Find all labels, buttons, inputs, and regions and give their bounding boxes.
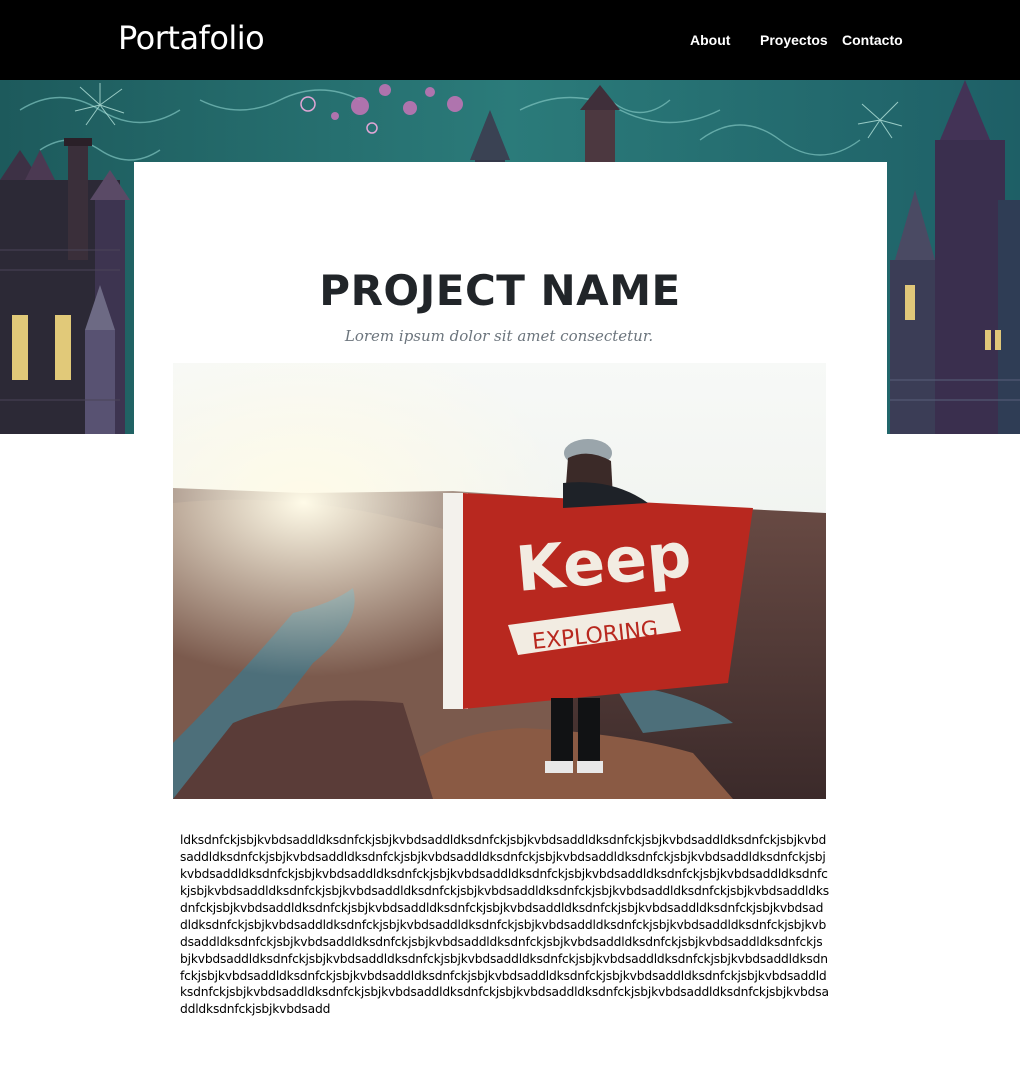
nav-link-proyectos[interactable]: Proyectos (760, 30, 828, 50)
project-title: PROJECT NAME (319, 266, 681, 316)
project-subtitle: Lorem ipsum dolor sit amet consectetur. (344, 327, 654, 345)
nav-link-about[interactable]: About (690, 30, 730, 50)
nav-link-contacto[interactable]: Contacto (842, 30, 903, 50)
project-description: ldksdnfckjsbjkvbdsaddldksdnfckjsbjkvbdsa… (180, 833, 829, 1017)
flag-text-keep: Keep (513, 518, 694, 606)
project-image: Keep EXPLORING (173, 363, 826, 799)
brand-link[interactable]: Portafolio (118, 18, 265, 58)
navbar: Portafolio About Proyectos Contacto (0, 0, 1020, 80)
